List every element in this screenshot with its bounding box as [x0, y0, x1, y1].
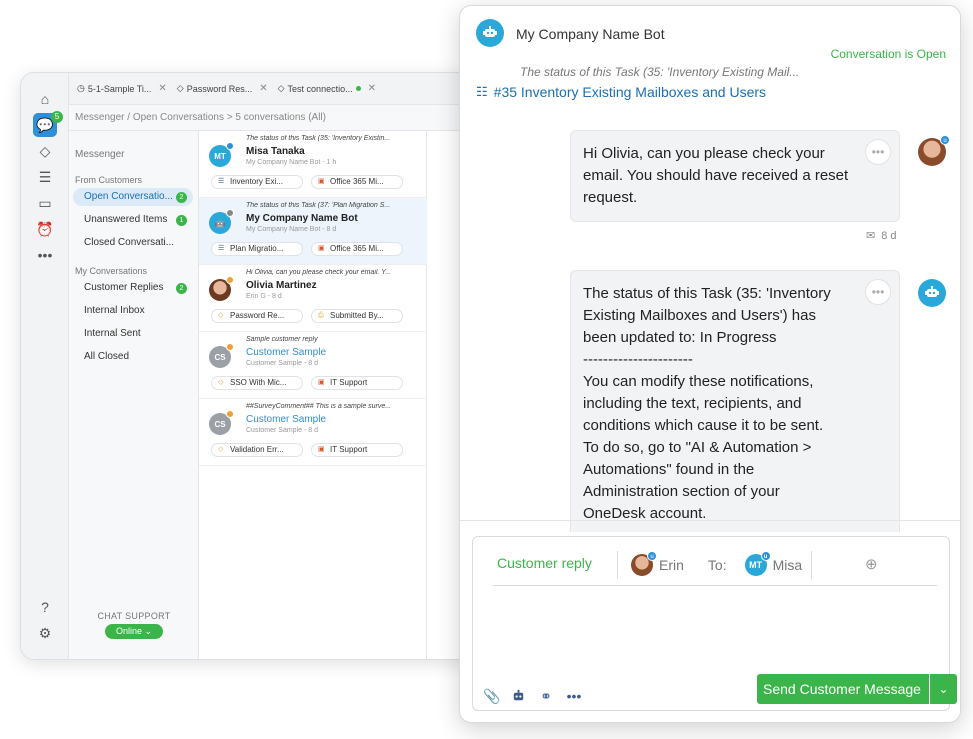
recipient-name: Misa [772, 557, 803, 573]
message-meta: ✉ 8 d [866, 229, 897, 243]
breadcrumb-section[interactable]: Open Conversations [133, 112, 224, 123]
nav-all-closed[interactable]: All Closed [73, 348, 193, 366]
tag-icon: ◇ [176, 83, 184, 93]
task-list-icon[interactable]: ☰ [33, 165, 57, 189]
bot-icon[interactable] [509, 687, 527, 705]
nav-unanswered-items[interactable]: Unanswered Items 1 [73, 211, 193, 229]
background-app-window: ⌂ 💬 5 ◇ ☰ ▭ ⏰ ••• ? ⚙ ◷ 5-1-Sample Ti... ✕… [20, 72, 490, 660]
my-conversations-header: My Conversations [75, 266, 148, 276]
nav-internal-inbox[interactable]: Internal Inbox [73, 302, 193, 320]
message-bubble: Hi Olivia, can you please check your ema… [570, 130, 900, 222]
message-text: Hi Olivia, can you please check your ema… [583, 145, 849, 206]
help-icon[interactable]: ? [33, 595, 57, 619]
icon-rail: ⌂ 💬 5 ◇ ☰ ▭ ⏰ ••• ? ⚙ [21, 73, 69, 659]
conversation-item[interactable]: MT The status of this Task (35: 'Invento… [199, 131, 427, 198]
alarm-icon[interactable]: ⏰ [33, 217, 57, 241]
avatar: CS [209, 343, 234, 368]
conversation-item[interactable]: 🤖 The status of this Task (37: 'Plan Mig… [199, 198, 427, 265]
recipient-row[interactable]: u Erin To: MT u Misa [631, 551, 803, 576]
recipient-avatar: MT u [744, 551, 771, 576]
bot-avatar [918, 279, 946, 307]
nav-customer-replies[interactable]: Customer Replies 2 [73, 279, 193, 297]
conversation-item[interactable]: CS Sample customer reply Customer Sample… [199, 332, 427, 399]
project-chip[interactable]: ⎙ Submitted By... [311, 309, 403, 323]
item-chip[interactable]: ☰ Inventory Exi... [211, 175, 303, 189]
project-chip[interactable]: ▣ IT Support [311, 376, 403, 390]
message-bubble: The status of this Task (35: 'Inventory … [570, 270, 900, 532]
nav-header: Messenger [75, 149, 125, 160]
conversation-item[interactable]: Hi Olivia, can you please check your ema… [199, 265, 427, 332]
board-icon[interactable]: ▭ [33, 191, 57, 215]
more-icon[interactable]: ••• [33, 243, 57, 267]
to-label: To: [707, 557, 727, 573]
send-options-dropdown[interactable]: ⌄ [930, 674, 957, 704]
tab-bar: ◷ 5-1-Sample Ti... ✕ ◇ Password Res... ✕ ◇ Te… [69, 73, 489, 105]
conversation-item[interactable]: CS ##SurveyComment## This is a sample su… [199, 399, 427, 466]
item-chip[interactable]: ☰ Plan Migratio... [211, 242, 303, 256]
item-chip[interactable]: ◇ Validation Err... [211, 443, 303, 457]
project-chip[interactable]: ▣ IT Support [311, 443, 403, 457]
tab-2[interactable]: ◇ Password Res... ✕ [177, 83, 268, 94]
project-chip[interactable]: ▣ Office 365 Mi... [311, 242, 403, 256]
bot-name: My Company Name Bot [516, 26, 665, 42]
online-status-button[interactable]: Online ⌄ [105, 624, 163, 639]
home-icon[interactable]: ⌂ [33, 87, 57, 111]
task-link[interactable]: ☷ #35 Inventory Existing Mailboxes and U… [476, 84, 766, 100]
breadcrumb-count: 5 conversations (All) [235, 112, 326, 123]
avatar: MT [209, 142, 234, 167]
divider [460, 520, 960, 521]
sender-avatar: u [631, 551, 657, 576]
nav-open-conversations[interactable]: Open Conversatio... 2 [73, 188, 193, 206]
from-customers-header: From Customers [75, 175, 143, 185]
conversation-list: MT The status of this Task (35: 'Invento… [199, 131, 427, 659]
breadcrumb-root[interactable]: Messenger [75, 112, 124, 123]
avatar [209, 276, 234, 301]
tab-3[interactable]: ◇ Test connectio... ✕ [278, 83, 376, 94]
bot-avatar [476, 19, 504, 47]
tab-1[interactable]: ◷ 5-1-Sample Ti... ✕ [77, 83, 167, 94]
customer-reply-tab[interactable]: Customer reply [497, 555, 592, 571]
bot-avatar: 🤖 [209, 209, 234, 234]
message-text: The status of this Task (35: 'Inventory … [583, 285, 831, 522]
chat-support-label: CHAT SUPPORT [97, 611, 171, 621]
status-snippet: The status of this Task (35: 'Inventory … [520, 65, 800, 79]
message-more-button[interactable]: ••• [865, 279, 891, 305]
nav-closed-conversations[interactable]: Closed Conversati... [73, 234, 193, 252]
tag-icon[interactable]: ◇ [33, 139, 57, 163]
nav-internal-sent[interactable]: Internal Sent [73, 325, 193, 343]
more-options-icon[interactable]: ••• [565, 687, 583, 705]
send-customer-message-button[interactable]: Send Customer Message [757, 674, 929, 704]
message-composer: Customer reply u Erin To: MT u Misa ⊕ 📎 ⚭… [472, 536, 957, 711]
message-input[interactable] [493, 591, 937, 669]
sender-name: Erin [659, 557, 684, 573]
add-recipient-icon[interactable]: ⊕ [865, 555, 878, 573]
clock-icon: ◷ [77, 83, 85, 93]
message-more-button[interactable]: ••• [865, 139, 891, 165]
close-icon[interactable]: ✕ [259, 83, 267, 94]
task-list-icon: ☷ [476, 84, 488, 99]
avatar: CS [209, 410, 234, 435]
tag-icon: ◇ [277, 83, 285, 93]
email-icon: ✉ [866, 230, 876, 242]
conversation-panel: My Company Name Bot Conversation is Open… [459, 5, 961, 723]
messenger-badge: 5 [51, 111, 63, 123]
close-icon[interactable]: ✕ [368, 83, 376, 94]
user-avatar: u [918, 135, 950, 166]
item-chip[interactable]: ◇ SSO With Mic... [211, 376, 303, 390]
link-icon[interactable]: ⚭ [537, 687, 555, 705]
status-dot [355, 86, 361, 91]
chevron-down-icon: ⌄ [938, 682, 949, 696]
conversation-status: Conversation is Open [830, 47, 946, 61]
messenger-nav: Messenger From Customers Open Conversati… [69, 131, 199, 659]
settings-gear-icon[interactable]: ⚙ [33, 621, 57, 645]
attachment-icon[interactable]: 📎 [483, 687, 501, 705]
breadcrumb: Messenger / Open Conversations > 5 conve… [69, 105, 489, 131]
close-icon[interactable]: ✕ [158, 83, 166, 94]
item-chip[interactable]: ◇ Password Re... [211, 309, 303, 323]
project-chip[interactable]: ▣ Office 365 Mi... [311, 175, 403, 189]
